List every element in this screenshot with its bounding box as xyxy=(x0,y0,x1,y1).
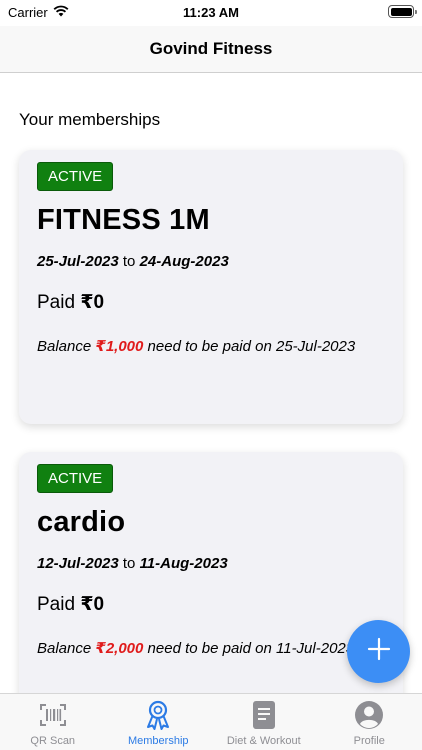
status-badge: ACTIVE xyxy=(37,464,114,493)
status-time: 11:23 AM xyxy=(183,5,239,20)
balance-label: Balance xyxy=(37,338,92,355)
tab-label: QR Scan xyxy=(30,735,76,747)
tab-label: Membership xyxy=(127,735,189,747)
section-title: Your memberships xyxy=(19,110,161,129)
paid-label: Paid xyxy=(37,292,76,313)
start-date: 25-Jul-2023 xyxy=(37,253,119,270)
end-date: 24-Aug-2023 xyxy=(139,253,229,270)
membership-card[interactable]: ACTIVE cardio 12-Jul-2023 to 11-Aug-2023… xyxy=(19,452,403,693)
balance-due-text: need to be paid on 11-Jul-2023 xyxy=(147,640,355,657)
tab-qr-scan[interactable]: QR Scan xyxy=(0,694,106,750)
tab-label: Diet & Workout xyxy=(226,735,301,747)
paid-info: Paid ₹0 xyxy=(37,593,385,616)
paid-label: Paid xyxy=(37,594,76,615)
end-date: 11-Aug-2023 xyxy=(139,555,228,572)
page-title: Govind Fitness xyxy=(149,39,273,58)
status-badge: ACTIVE xyxy=(37,162,114,191)
membership-dates: 25-Jul-2023 to 24-Aug-2023 xyxy=(37,253,385,270)
balance-amount: ₹2,000 xyxy=(95,640,144,657)
tab-diet-workout[interactable]: Diet & Workout xyxy=(211,694,317,750)
date-separator: to xyxy=(122,555,136,572)
tab-profile[interactable]: Profile xyxy=(317,694,422,750)
paid-amount: ₹0 xyxy=(80,594,105,615)
barcode-icon xyxy=(38,700,68,730)
membership-name: cardio xyxy=(37,506,126,538)
tab-membership[interactable]: Membership xyxy=(106,694,212,750)
paid-info: Paid ₹0 xyxy=(37,291,385,314)
balance-info: Balance ₹1,000 need to be paid on 25-Jul… xyxy=(37,336,385,357)
balance-info: Balance ₹2,000 need to be paid on 11-Jul… xyxy=(37,638,385,659)
balance-label: Balance xyxy=(37,640,92,657)
tab-bar: QR Scan Membership Diet & Workout Profil… xyxy=(0,693,422,750)
start-date: 12-Jul-2023 xyxy=(37,555,119,572)
balance-due-text: need to be paid on 25-Jul-2023 xyxy=(147,338,356,355)
membership-name: FITNESS 1M xyxy=(37,204,210,236)
membership-dates: 12-Jul-2023 to 11-Aug-2023 xyxy=(37,555,385,572)
date-separator: to xyxy=(122,253,136,270)
status-bar: Carrier 11:23 AM xyxy=(0,0,422,26)
profile-icon xyxy=(354,700,384,730)
membership-card[interactable]: ACTIVE FITNESS 1M 25-Jul-2023 to 24-Aug-… xyxy=(19,150,403,424)
document-icon xyxy=(249,700,279,730)
paid-amount: ₹0 xyxy=(80,292,105,313)
plus-icon xyxy=(367,637,391,666)
navigation-bar: Govind Fitness xyxy=(0,26,422,73)
balance-amount: ₹1,000 xyxy=(95,338,144,355)
tab-label: Profile xyxy=(353,735,385,747)
memberships-content[interactable]: Your memberships ACTIVE FITNESS 1M 25-Ju… xyxy=(0,74,422,693)
add-membership-button[interactable] xyxy=(347,620,410,683)
membership-badge-icon xyxy=(143,700,173,730)
battery-icon xyxy=(388,5,417,18)
